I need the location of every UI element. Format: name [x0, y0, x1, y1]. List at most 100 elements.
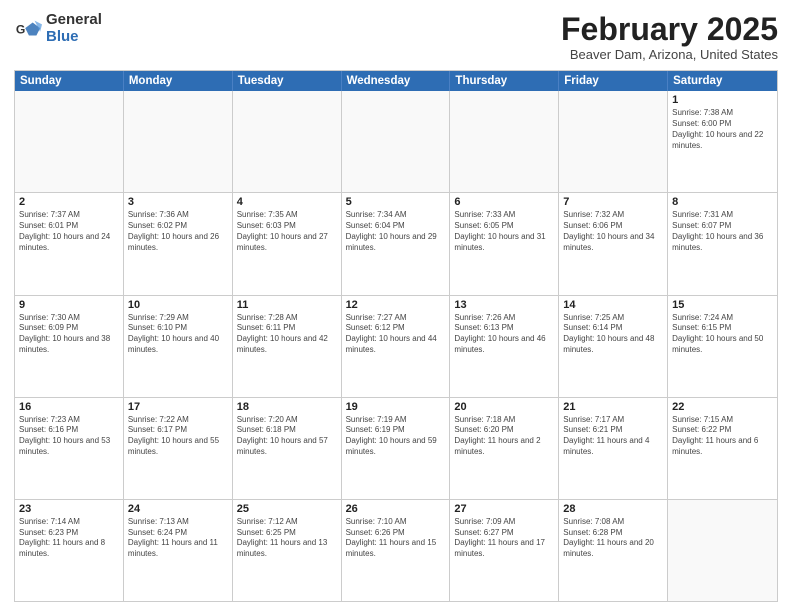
- day-number: 15: [672, 299, 773, 311]
- calendar-cell: 3Sunrise: 7:36 AM Sunset: 6:02 PM Daylig…: [124, 193, 233, 294]
- calendar-cell: 17Sunrise: 7:22 AM Sunset: 6:17 PM Dayli…: [124, 398, 233, 499]
- svg-text:G: G: [16, 22, 25, 36]
- calendar-header-cell: Saturday: [668, 71, 777, 91]
- logo-text: General Blue: [46, 12, 102, 45]
- calendar-cell: [668, 500, 777, 601]
- calendar-row: 1Sunrise: 7:38 AM Sunset: 6:00 PM Daylig…: [15, 91, 777, 193]
- calendar-cell: 28Sunrise: 7:08 AM Sunset: 6:28 PM Dayli…: [559, 500, 668, 601]
- page: G General Blue February 2025 Beaver Dam,…: [0, 0, 792, 612]
- day-info: Sunrise: 7:34 AM Sunset: 6:04 PM Dayligh…: [346, 210, 446, 253]
- calendar-cell: 7 Sunrise: 7:32 AM Sunset: 6:06 PM Daylig…: [559, 193, 668, 294]
- calendar-cell: [559, 91, 668, 192]
- day-number: 11: [237, 299, 337, 311]
- calendar-cell: 12 Sunrise: 7:27 AM Sunset: 6:12 PM Dayli…: [342, 296, 451, 397]
- day-number: 23: [19, 503, 119, 515]
- day-info: Sunrise: 7:26 AM Sunset: 6:13 PM Dayligh…: [454, 313, 554, 356]
- day-number: 10: [128, 299, 228, 311]
- day-number: 26: [346, 503, 446, 515]
- day-info: Sunrise: 7:22 AM Sunset: 6:17 PM Dayligh…: [128, 415, 228, 458]
- calendar-cell: [450, 91, 559, 192]
- day-number: 19: [346, 401, 446, 413]
- calendar-cell: 8 Sunrise: 7:31 AM Sunset: 6:07 PM Daylig…: [668, 193, 777, 294]
- day-info: Sunrise: 7:23 AM Sunset: 6:16 PM Dayligh…: [19, 415, 119, 458]
- day-info: Sunrise: 7:12 AM Sunset: 6:25 PM Dayligh…: [237, 517, 337, 560]
- title-sub: Beaver Dam, Arizona, United States: [561, 47, 778, 62]
- logo: G General Blue: [14, 12, 102, 45]
- day-info: Sunrise: 7:36 AM Sunset: 6:02 PM Dayligh…: [128, 210, 228, 253]
- day-number: 24: [128, 503, 228, 515]
- calendar-cell: 20 Sunrise: 7:18 AM Sunset: 6:20 PM Dayli…: [450, 398, 559, 499]
- day-info: Sunrise: 7:27 AM Sunset: 6:12 PM Dayligh…: [346, 313, 446, 356]
- day-number: 2: [19, 196, 119, 208]
- logo-blue: Blue: [46, 29, 102, 46]
- calendar-cell: 14Sunrise: 7:25 AM Sunset: 6:14 PM Dayli…: [559, 296, 668, 397]
- calendar-cell: 26 Sunrise: 7:10 AM Sunset: 6:26 PM Dayli…: [342, 500, 451, 601]
- logo-general: General: [46, 12, 102, 29]
- calendar-cell: 4 Sunrise: 7:35 AM Sunset: 6:03 PM Daylig…: [233, 193, 342, 294]
- day-number: 1: [672, 94, 773, 106]
- title-main: February 2025: [561, 12, 778, 47]
- header: G General Blue February 2025 Beaver Dam,…: [14, 12, 778, 62]
- day-number: 13: [454, 299, 554, 311]
- day-info: Sunrise: 7:18 AM Sunset: 6:20 PM Dayligh…: [454, 415, 554, 458]
- calendar-cell: [342, 91, 451, 192]
- day-number: 16: [19, 401, 119, 413]
- day-info: Sunrise: 7:17 AM Sunset: 6:21 PM Dayligh…: [563, 415, 663, 458]
- day-info: Sunrise: 7:10 AM Sunset: 6:26 PM Dayligh…: [346, 517, 446, 560]
- day-info: Sunrise: 7:30 AM Sunset: 6:09 PM Dayligh…: [19, 313, 119, 356]
- day-number: 14: [563, 299, 663, 311]
- day-info: Sunrise: 7:14 AM Sunset: 6:23 PM Dayligh…: [19, 517, 119, 560]
- calendar-row: 2 Sunrise: 7:37 AM Sunset: 6:01 PM Daylig…: [15, 193, 777, 295]
- day-number: 6: [454, 196, 554, 208]
- calendar-header-cell: Monday: [124, 71, 233, 91]
- calendar-cell: 23 Sunrise: 7:14 AM Sunset: 6:23 PM Dayli…: [15, 500, 124, 601]
- day-number: 4: [237, 196, 337, 208]
- day-info: Sunrise: 7:09 AM Sunset: 6:27 PM Dayligh…: [454, 517, 554, 560]
- calendar-row: 9 Sunrise: 7:30 AM Sunset: 6:09 PM Daylig…: [15, 296, 777, 398]
- day-info: Sunrise: 7:15 AM Sunset: 6:22 PM Dayligh…: [672, 415, 773, 458]
- calendar-header-cell: Tuesday: [233, 71, 342, 91]
- day-info: Sunrise: 7:33 AM Sunset: 6:05 PM Dayligh…: [454, 210, 554, 253]
- day-number: 7: [563, 196, 663, 208]
- calendar-header-cell: Sunday: [15, 71, 124, 91]
- calendar-cell: [15, 91, 124, 192]
- calendar-header-cell: Wednesday: [342, 71, 451, 91]
- calendar-cell: 6 Sunrise: 7:33 AM Sunset: 6:05 PM Daylig…: [450, 193, 559, 294]
- calendar-header-cell: Thursday: [450, 71, 559, 91]
- calendar-cell: 19 Sunrise: 7:19 AM Sunset: 6:19 PM Dayli…: [342, 398, 451, 499]
- calendar: SundayMondayTuesdayWednesdayThursdayFrid…: [14, 70, 778, 602]
- day-info: Sunrise: 7:28 AM Sunset: 6:11 PM Dayligh…: [237, 313, 337, 356]
- day-info: Sunrise: 7:24 AM Sunset: 6:15 PM Dayligh…: [672, 313, 773, 356]
- day-info: Sunrise: 7:35 AM Sunset: 6:03 PM Dayligh…: [237, 210, 337, 253]
- calendar-cell: 24Sunrise: 7:13 AM Sunset: 6:24 PM Dayli…: [124, 500, 233, 601]
- calendar-cell: 25 Sunrise: 7:12 AM Sunset: 6:25 PM Dayli…: [233, 500, 342, 601]
- day-number: 9: [19, 299, 119, 311]
- calendar-cell: 16 Sunrise: 7:23 AM Sunset: 6:16 PM Dayli…: [15, 398, 124, 499]
- calendar-cell: 10Sunrise: 7:29 AM Sunset: 6:10 PM Dayli…: [124, 296, 233, 397]
- day-number: 20: [454, 401, 554, 413]
- day-info: Sunrise: 7:20 AM Sunset: 6:18 PM Dayligh…: [237, 415, 337, 458]
- calendar-cell: 21 Sunrise: 7:17 AM Sunset: 6:21 PM Dayli…: [559, 398, 668, 499]
- day-number: 25: [237, 503, 337, 515]
- calendar-cell: 9 Sunrise: 7:30 AM Sunset: 6:09 PM Daylig…: [15, 296, 124, 397]
- calendar-row: 23 Sunrise: 7:14 AM Sunset: 6:23 PM Dayli…: [15, 500, 777, 601]
- title-block: February 2025 Beaver Dam, Arizona, Unite…: [561, 12, 778, 62]
- calendar-cell: 18Sunrise: 7:20 AM Sunset: 6:18 PM Dayli…: [233, 398, 342, 499]
- day-info: Sunrise: 7:32 AM Sunset: 6:06 PM Dayligh…: [563, 210, 663, 253]
- calendar-body: 1Sunrise: 7:38 AM Sunset: 6:00 PM Daylig…: [15, 91, 777, 601]
- day-number: 28: [563, 503, 663, 515]
- day-info: Sunrise: 7:31 AM Sunset: 6:07 PM Dayligh…: [672, 210, 773, 253]
- calendar-cell: 5Sunrise: 7:34 AM Sunset: 6:04 PM Daylig…: [342, 193, 451, 294]
- day-number: 12: [346, 299, 446, 311]
- day-info: Sunrise: 7:37 AM Sunset: 6:01 PM Dayligh…: [19, 210, 119, 253]
- day-number: 8: [672, 196, 773, 208]
- calendar-cell: 13 Sunrise: 7:26 AM Sunset: 6:13 PM Dayli…: [450, 296, 559, 397]
- calendar-row: 16 Sunrise: 7:23 AM Sunset: 6:16 PM Dayli…: [15, 398, 777, 500]
- logo-icon: G: [14, 15, 42, 43]
- day-info: Sunrise: 7:19 AM Sunset: 6:19 PM Dayligh…: [346, 415, 446, 458]
- calendar-cell: 15 Sunrise: 7:24 AM Sunset: 6:15 PM Dayli…: [668, 296, 777, 397]
- calendar-cell: 22 Sunrise: 7:15 AM Sunset: 6:22 PM Dayli…: [668, 398, 777, 499]
- day-number: 27: [454, 503, 554, 515]
- day-number: 22: [672, 401, 773, 413]
- day-number: 21: [563, 401, 663, 413]
